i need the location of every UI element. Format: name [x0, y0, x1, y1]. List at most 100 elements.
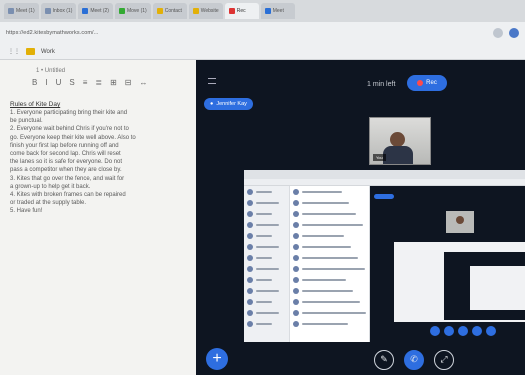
doc-heading: Rules of Kite Day — [10, 101, 61, 108]
doc-line: or traded at the supply table. — [10, 200, 87, 207]
shared-text-bar — [256, 234, 272, 237]
shared-text-bar — [302, 212, 356, 215]
shared-avatar-icon — [247, 298, 253, 305]
shared-text-bar — [256, 212, 272, 215]
format-button[interactable]: I — [45, 78, 47, 87]
shared-avatar-icon — [247, 199, 253, 206]
share-screen-button[interactable]: ⤢ — [434, 350, 454, 370]
tab-label: Contact — [164, 8, 182, 14]
browser-tab[interactable]: Rec — [224, 3, 259, 19]
shared-avatar-icon — [247, 309, 253, 316]
profile-icon[interactable] — [509, 28, 519, 38]
format-button[interactable]: ≡ — [83, 78, 88, 87]
record-dot-icon — [417, 80, 424, 86]
browser-tab[interactable]: Meet — [260, 3, 295, 19]
record-button[interactable]: Rec — [407, 75, 447, 91]
doc-line: go. Everyone keep their kite well above.… — [10, 134, 136, 141]
shared-row — [290, 252, 369, 263]
shared-row — [290, 296, 369, 307]
tab-favicon-icon — [118, 8, 125, 14]
tab-label: Meet — [272, 8, 284, 14]
shared-meeting-view — [370, 186, 525, 342]
tab-favicon-icon — [82, 8, 89, 14]
shared-row — [290, 263, 369, 274]
shared-row — [244, 241, 289, 252]
shared-text-bar — [256, 256, 272, 259]
shared-avatar-icon — [293, 309, 299, 316]
record-label: Rec — [426, 80, 437, 86]
folder-icon[interactable] — [26, 48, 35, 55]
annotate-button[interactable]: ✎ — [374, 350, 394, 370]
participant-body — [383, 146, 413, 164]
meeting-timer: 1 min left — [367, 81, 396, 88]
nested-btn — [430, 326, 440, 336]
nested-head — [456, 216, 464, 224]
shared-text-bar — [302, 223, 363, 226]
address-bar[interactable]: https://ed2.kitesbymathworks.com/... — [0, 22, 525, 44]
browser-tab[interactable]: Move (1) — [114, 3, 151, 19]
screen-share[interactable] — [244, 170, 525, 342]
nested-inner-meeting — [444, 252, 525, 320]
shared-row — [244, 307, 289, 318]
url-text[interactable]: https://ed2.kitesbymathworks.com/... — [6, 30, 487, 36]
shared-avatar-icon — [293, 188, 299, 195]
apps-icon[interactable]: ⋮⋮ — [8, 48, 20, 55]
shared-row — [290, 197, 369, 208]
shared-row — [244, 296, 289, 307]
nested-inner-share — [470, 266, 525, 310]
format-button[interactable]: ↔ — [139, 78, 147, 87]
browser-tab[interactable]: Meet (2) — [78, 3, 113, 19]
nested-btn — [458, 326, 468, 336]
shared-avatar-icon — [293, 243, 299, 250]
shared-avatar-icon — [293, 221, 299, 228]
format-button[interactable]: ⊞ — [110, 78, 117, 87]
shared-text-bar — [302, 256, 358, 259]
add-button[interactable]: + — [206, 348, 228, 370]
format-button[interactable]: B — [32, 78, 37, 87]
shared-avatar-icon — [247, 254, 253, 261]
shared-text-bar — [302, 289, 353, 292]
format-button[interactable]: ≣ — [95, 78, 102, 87]
bookmark-work[interactable]: Work — [41, 49, 55, 55]
doc-line: be punctual. — [10, 118, 43, 125]
shared-text-bar — [256, 311, 279, 314]
browser-tab[interactable]: Meet (1) — [4, 3, 39, 19]
shared-text-bar — [256, 245, 279, 248]
meeting-window: 1 min left Rec ● Jennifer Kay You + ✎ ✆ … — [196, 60, 525, 375]
shared-row — [244, 285, 289, 296]
end-call-button[interactable]: ✆ — [404, 350, 424, 370]
shared-text-bar — [256, 190, 272, 193]
bookmark-star-icon[interactable] — [493, 28, 503, 38]
menu-icon[interactable] — [208, 78, 216, 84]
shared-row — [244, 230, 289, 241]
speaker-name: Jennifer Kay — [216, 101, 247, 107]
shared-tabbar — [244, 170, 525, 179]
shared-avatar-icon — [247, 287, 253, 294]
shared-text-bar — [302, 234, 344, 237]
shared-row — [290, 307, 369, 318]
doc-line: come back for second lap. Chris will res… — [10, 151, 121, 158]
doc-body[interactable]: 1. Everyone participating bring their ki… — [10, 109, 186, 216]
format-button[interactable]: U — [56, 78, 62, 87]
shared-avatar-icon — [247, 320, 253, 327]
nested-btn — [444, 326, 454, 336]
format-button[interactable]: S — [69, 78, 74, 87]
speaker-badge[interactable]: ● Jennifer Kay — [204, 98, 253, 110]
shared-row — [290, 318, 369, 329]
browser-tab[interactable]: Inbox (1) — [40, 3, 77, 19]
shared-avatar-icon — [293, 199, 299, 206]
self-video-tile[interactable]: You — [369, 117, 431, 165]
browser-tab[interactable]: Contact — [152, 3, 187, 19]
shared-row — [290, 285, 369, 296]
call-controls: ✎ ✆ ⤢ — [374, 350, 454, 370]
shared-row — [290, 186, 369, 197]
shared-text-bar — [302, 311, 366, 314]
shared-sidebar — [244, 186, 290, 342]
mic-icon: ● — [210, 101, 214, 107]
format-button[interactable]: ⊟ — [125, 78, 132, 87]
browser-tab[interactable]: Website — [188, 3, 223, 19]
tab-label: Website — [200, 8, 219, 14]
tab-label: Meet (2) — [90, 8, 109, 14]
nested-meeting — [370, 186, 525, 342]
nested-video-tile — [446, 211, 474, 233]
